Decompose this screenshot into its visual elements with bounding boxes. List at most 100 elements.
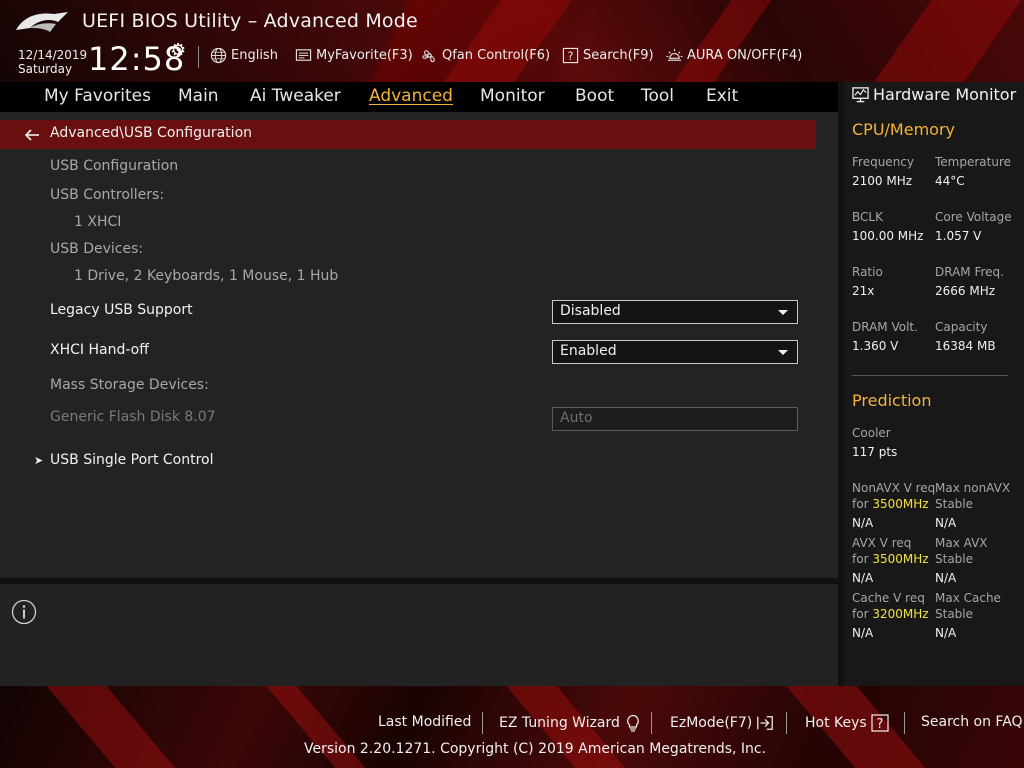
chevron-down-icon: [778, 350, 788, 355]
last-modified-button[interactable]: Last Modified: [378, 714, 471, 730]
fan-icon: [422, 50, 435, 63]
max-avx-line1: Max AVX: [935, 536, 988, 550]
ez-tuning-wizard-button[interactable]: EZ Tuning Wizard: [499, 714, 642, 732]
max-cache-value: N/A: [935, 626, 957, 640]
usb-single-port-control-link[interactable]: USB Single Port Control: [50, 452, 214, 468]
help-panel: [0, 584, 838, 686]
lightbulb-icon: [627, 714, 639, 732]
max-cache-line2: Stable: [935, 607, 974, 621]
footer-decoration: [38, 686, 182, 768]
submenu-arrow-icon: ➤: [34, 454, 44, 467]
max-avx-label: Max AVX Stable: [935, 535, 988, 567]
ezmode-button[interactable]: EzMode(F7): [670, 714, 774, 732]
help-box-icon: ?: [871, 714, 889, 732]
usb-controllers-value: 1 XHCI: [74, 214, 122, 230]
cooler-label: Cooler: [852, 426, 891, 440]
date-display: 12/14/2019 Saturday: [18, 48, 87, 76]
max-avx-line2: Stable: [935, 552, 974, 566]
breadcrumb-path: Advanced\USB Configuration: [50, 125, 253, 141]
cpu-memory-title: CPU/Memory: [852, 120, 955, 139]
nonavx-req-label: NonAVX V req for 3500MHz: [852, 480, 935, 512]
date-text: 12/14/2019: [18, 48, 88, 62]
dram-volt-value: 1.360 V: [852, 339, 899, 353]
xhci-handoff-value: Enabled: [560, 343, 617, 359]
header-separator: [198, 46, 199, 68]
hw-divider: [852, 375, 1008, 376]
top-header: UEFI BIOS Utility – Advanced Mode 12/14/…: [0, 0, 1024, 82]
header-decoration: [861, 0, 1024, 82]
nonavx-req-line1: NonAVX V req: [852, 481, 936, 495]
hot-keys-button[interactable]: Hot Keys ?: [805, 714, 889, 732]
tab-my-favorites[interactable]: My Favorites: [44, 86, 151, 106]
language-label: English: [231, 48, 278, 63]
hardware-monitor-panel: Hardware Monitor CPU/Memory Frequency 21…: [844, 82, 1024, 686]
dram-volt-label: DRAM Volt.: [852, 320, 918, 334]
legacy-usb-support-value: Disabled: [560, 303, 621, 319]
dram-freq-label: DRAM Freq.: [935, 265, 1004, 279]
hot-keys-label: Hot Keys: [805, 715, 867, 731]
qfan-control-label: Qfan Control(F6): [442, 48, 551, 63]
qfan-control-button[interactable]: Qfan Control(F6): [421, 47, 550, 64]
tab-ai-tweaker[interactable]: Ai Tweaker: [250, 86, 341, 106]
xhci-handoff-select[interactable]: Enabled: [552, 340, 798, 364]
search-button[interactable]: ? Search(F9): [562, 47, 654, 64]
search-faq-label: Search on FAQ: [921, 714, 1023, 730]
globe-icon: [210, 47, 227, 64]
avx-req-label: AVX V req for 3500MHz: [852, 535, 929, 567]
back-arrow-icon[interactable]: [24, 127, 40, 143]
info-icon: [11, 599, 37, 625]
mass-storage-devices-label: Mass Storage Devices:: [50, 377, 209, 393]
footer-separator: [904, 712, 905, 734]
app-title: UEFI BIOS Utility – Advanced Mode: [82, 10, 418, 32]
tab-boot[interactable]: Boot: [575, 86, 614, 106]
tab-advanced[interactable]: Advanced: [369, 86, 453, 106]
footer-bar: Last Modified EZ Tuning Wizard EzMode(F7…: [0, 686, 1024, 768]
core-voltage-label: Core Voltage: [935, 210, 1012, 224]
prediction-title: Prediction: [852, 391, 932, 410]
myfavorite-button[interactable]: MyFavorite(F3): [295, 47, 413, 64]
svg-text:?: ?: [567, 49, 573, 63]
language-button[interactable]: English: [210, 47, 278, 64]
aura-icon: [666, 48, 683, 61]
svg-text:?: ?: [876, 717, 883, 732]
usb-configuration-heading: USB Configuration: [50, 158, 179, 174]
aura-toggle-button[interactable]: AURA ON/OFF(F4): [666, 47, 802, 64]
breadcrumb: Advanced\USB Configuration: [0, 120, 816, 149]
legacy-usb-support-select[interactable]: Disabled: [552, 300, 798, 324]
max-cache-line1: Max Cache: [935, 591, 1001, 605]
max-nonavx-line1: Max nonAVX: [935, 481, 1011, 495]
search-faq-button[interactable]: Search on FAQ: [921, 714, 1023, 730]
max-avx-value: N/A: [935, 571, 957, 585]
max-nonavx-label: Max nonAVX Stable: [935, 480, 1010, 512]
aura-label: AURA ON/OFF(F4): [687, 48, 803, 63]
myfavorite-label: MyFavorite(F3): [316, 48, 413, 63]
cache-req-label: Cache V req for 3200MHz: [852, 590, 929, 622]
generic-flash-disk-value: Auto: [560, 410, 593, 426]
exit-to-ezmode-icon: [757, 716, 774, 730]
cache-req-freq: 3200MHz: [872, 607, 929, 621]
avx-req-for: for: [852, 552, 869, 566]
tab-tool[interactable]: Tool: [641, 86, 674, 106]
hardware-monitor-title: Hardware Monitor: [873, 85, 1017, 104]
hardware-monitor-header: Hardware Monitor: [852, 85, 1016, 104]
footer-separator: [651, 712, 652, 734]
tab-main[interactable]: Main: [178, 86, 219, 106]
avx-req-line2: for 3500MHz: [852, 551, 929, 567]
temperature-label: Temperature: [935, 155, 1012, 169]
search-help-icon: ?: [562, 47, 579, 64]
tab-exit[interactable]: Exit: [706, 86, 738, 106]
myfavorite-icon: [295, 49, 312, 61]
nonavx-req-value: N/A: [852, 516, 874, 530]
legacy-usb-support-label[interactable]: Legacy USB Support: [50, 302, 193, 318]
xhci-handoff-label[interactable]: XHCI Hand-off: [50, 342, 149, 358]
avx-req-line1: AVX V req: [852, 536, 912, 550]
tab-monitor[interactable]: Monitor: [480, 86, 545, 106]
search-label: Search(F9): [583, 48, 654, 63]
usb-devices-value: 1 Drive, 2 Keyboards, 1 Mouse, 1 Hub: [74, 268, 339, 284]
frequency-label: Frequency: [852, 155, 914, 169]
nonavx-req-line2: for 3500MHz: [852, 496, 935, 512]
day-text: Saturday: [18, 62, 73, 76]
gear-icon[interactable]: ⚙: [170, 40, 186, 61]
usb-devices-label: USB Devices:: [50, 241, 144, 257]
chevron-down-icon: [778, 310, 788, 315]
